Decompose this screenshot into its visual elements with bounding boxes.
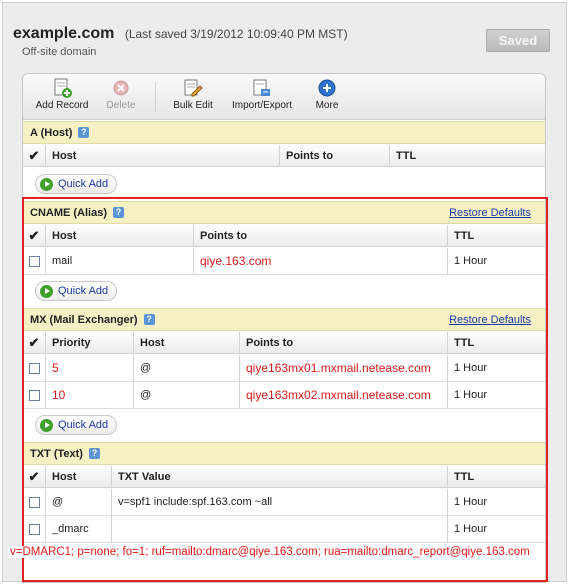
a-host-section-header: A (Host) ? [23,121,545,144]
delete-icon [111,78,131,98]
add-record-button[interactable]: Add Record [33,78,91,118]
import-export-button[interactable]: Import/Export [231,78,293,118]
add-record-label: Add Record [35,100,89,111]
bulk-edit-button[interactable]: Bulk Edit [173,78,213,118]
domain-subtitle: Off-site domain [22,46,97,58]
a-host-title: A (Host) [30,126,73,139]
last-saved-text: (Last saved 3/19/2012 10:09:40 PM MST) [124,27,348,41]
quick-add-label: Quick Add [58,178,109,190]
more-button[interactable]: More [310,78,344,118]
delete-label: Delete [106,100,136,111]
select-all-check-icon[interactable]: ✔ [23,145,45,166]
a-host-quick-add-button[interactable]: Quick Add [35,174,118,194]
bulk-edit-label: Bulk Edit [173,100,213,111]
play-icon [40,177,53,191]
a-host-column-headers: ✔ Host Points to TTL [23,145,545,167]
dmarc-value-note: v=DMARC1; p=none; fo=1; ruf=mailto:dmarc… [8,546,532,558]
import-export-icon [252,78,272,98]
toolbar-divider [155,82,156,112]
toolbar: Add Record Delete Bulk Edit Import/Expor… [23,74,545,120]
saved-button[interactable]: Saved [486,29,550,52]
delete-button[interactable]: Delete [101,78,141,118]
more-icon [317,78,337,98]
column-ttl[interactable]: TTL [389,145,545,166]
highlight-box [22,197,548,582]
column-points-to[interactable]: Points to [279,145,389,166]
domain-heading: example.com (Last saved 3/19/2012 10:09:… [13,25,348,43]
more-label: More [315,100,339,111]
help-icon[interactable]: ? [78,127,90,138]
column-host[interactable]: Host [45,145,279,166]
import-export-label: Import/Export [231,100,293,111]
bulk-edit-icon [183,78,203,98]
domain-name: example.com [13,25,115,42]
add-record-icon [52,78,72,98]
